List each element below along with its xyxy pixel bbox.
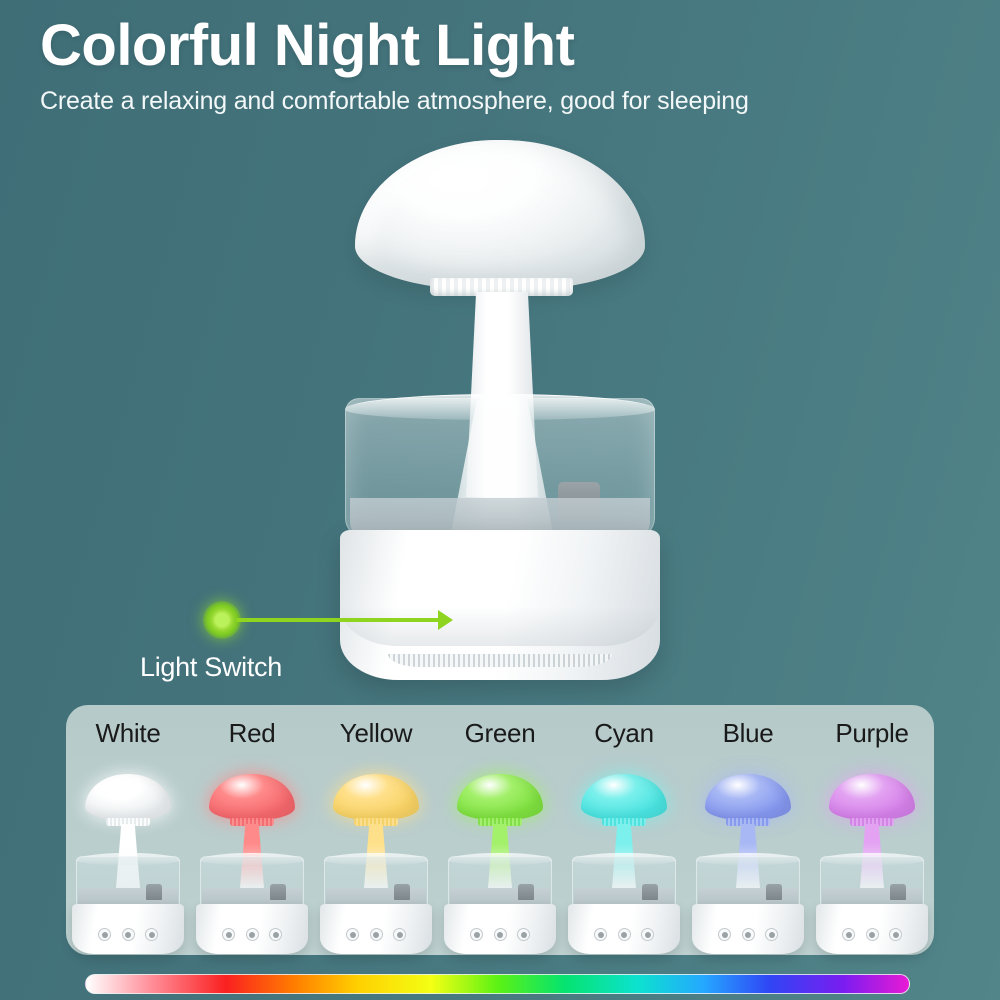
mini-power-button-green[interactable] — [493, 928, 507, 941]
mini-cap-purple — [829, 774, 915, 820]
mini-power-icon — [249, 931, 255, 938]
mini-water-drops-icon — [768, 931, 775, 938]
swatch-label-blue: Blue — [722, 718, 774, 748]
mini-sun-icon — [721, 931, 728, 938]
swatch-item-blue[interactable] — [686, 768, 810, 954]
callout-label: Light Switch — [140, 652, 282, 682]
mini-control-panel-blue — [718, 928, 778, 942]
mini-nozzle-white — [146, 884, 162, 900]
mini-power-button-blue[interactable] — [741, 928, 755, 941]
mini-nozzle-red — [270, 884, 286, 900]
mini-cap-red — [209, 774, 295, 820]
mini-power-icon — [745, 931, 751, 938]
mini-power-button-white[interactable] — [121, 928, 135, 941]
mini-control-panel-red — [222, 928, 282, 942]
swatch-label-green: Green — [464, 718, 536, 748]
mini-light-switch-button-blue[interactable] — [718, 928, 731, 941]
swatch-item-white[interactable] — [66, 768, 190, 954]
mini-sun-icon — [101, 931, 108, 938]
mini-light-switch-button-red[interactable] — [222, 928, 235, 941]
mini-nozzle-green — [518, 884, 534, 900]
mini-power-button-yellow[interactable] — [369, 928, 383, 941]
swatch-label-purple: Purple — [835, 718, 909, 748]
mini-mist-button-white[interactable] — [145, 928, 158, 941]
page-subtitle: Create a relaxing and comfortable atmosp… — [40, 86, 749, 115]
mini-light-switch-button-white[interactable] — [98, 928, 111, 941]
color-spectrum-bar — [85, 974, 910, 994]
base-vents — [388, 654, 612, 667]
mini-control-panel-cyan — [594, 928, 654, 942]
mini-cap-green — [457, 774, 543, 820]
hero-product-image — [0, 130, 1000, 882]
mini-power-button-purple[interactable] — [865, 928, 879, 941]
mini-water-drops-icon — [272, 931, 279, 938]
mushroom-cap — [355, 140, 645, 290]
swatch-item-cyan[interactable] — [562, 768, 686, 954]
callout-arrow-icon — [438, 610, 453, 630]
mini-cap-blue — [705, 774, 791, 820]
swatch-label-yellow: Yellow — [339, 718, 413, 748]
mini-light-switch-button-green[interactable] — [470, 928, 483, 941]
mini-water-drops-icon — [892, 931, 899, 938]
mini-water-drops-icon — [520, 931, 527, 938]
mini-water-drops-icon — [148, 931, 155, 938]
mini-control-panel-yellow — [346, 928, 406, 942]
callout-line — [236, 618, 446, 622]
mini-cap-yellow — [333, 774, 419, 820]
mini-sun-icon — [597, 931, 604, 938]
swatch-label-cyan: Cyan — [594, 718, 654, 748]
mini-mist-button-cyan[interactable] — [641, 928, 654, 941]
mini-light-switch-button-yellow[interactable] — [346, 928, 359, 941]
mini-nozzle-cyan — [642, 884, 658, 900]
mini-light-switch-button-purple[interactable] — [842, 928, 855, 941]
mini-cap-white — [85, 774, 171, 820]
mini-control-panel-purple — [842, 928, 902, 942]
mini-mist-button-purple[interactable] — [889, 928, 902, 941]
mini-cap-cyan — [581, 774, 667, 820]
mini-nozzle-purple — [890, 884, 906, 900]
mini-water-drops-icon — [644, 931, 651, 938]
mini-mist-button-yellow[interactable] — [393, 928, 406, 941]
page-title: Colorful Night Light — [40, 13, 575, 78]
mini-nozzle-blue — [766, 884, 782, 900]
mini-power-icon — [497, 931, 503, 938]
mini-sun-icon — [225, 931, 232, 938]
mini-sun-icon — [473, 931, 480, 938]
swatch-labels-row: White Red Yellow Green Cyan Blue Purple — [66, 718, 934, 762]
mini-mist-button-red[interactable] — [269, 928, 282, 941]
swatch-label-white: White — [95, 718, 161, 748]
base-shading — [340, 606, 660, 646]
header: Colorful Night Light Create a relaxing a… — [40, 13, 960, 116]
mini-nozzle-yellow — [394, 884, 410, 900]
swatch-item-green[interactable] — [438, 768, 562, 954]
cap-highlight — [415, 158, 525, 210]
mini-light-switch-button-cyan[interactable] — [594, 928, 607, 941]
mini-sun-icon — [845, 931, 852, 938]
swatch-item-purple[interactable] — [810, 768, 934, 954]
mini-control-panel-green — [470, 928, 530, 942]
mini-sun-icon — [349, 931, 356, 938]
mini-mist-button-green[interactable] — [517, 928, 530, 941]
mini-water-drops-icon — [396, 931, 403, 938]
mini-power-button-cyan[interactable] — [617, 928, 631, 941]
mini-power-button-red[interactable] — [245, 928, 259, 941]
mini-control-panel-white — [98, 928, 158, 942]
swatch-item-yellow[interactable] — [314, 768, 438, 954]
mini-power-icon — [869, 931, 875, 938]
mini-power-icon — [621, 931, 627, 938]
swatch-products-row — [66, 768, 934, 954]
mini-power-icon — [125, 931, 131, 938]
mini-power-icon — [373, 931, 379, 938]
mini-mist-button-blue[interactable] — [765, 928, 778, 941]
swatch-item-red[interactable] — [190, 768, 314, 954]
swatch-label-red: Red — [228, 718, 276, 748]
